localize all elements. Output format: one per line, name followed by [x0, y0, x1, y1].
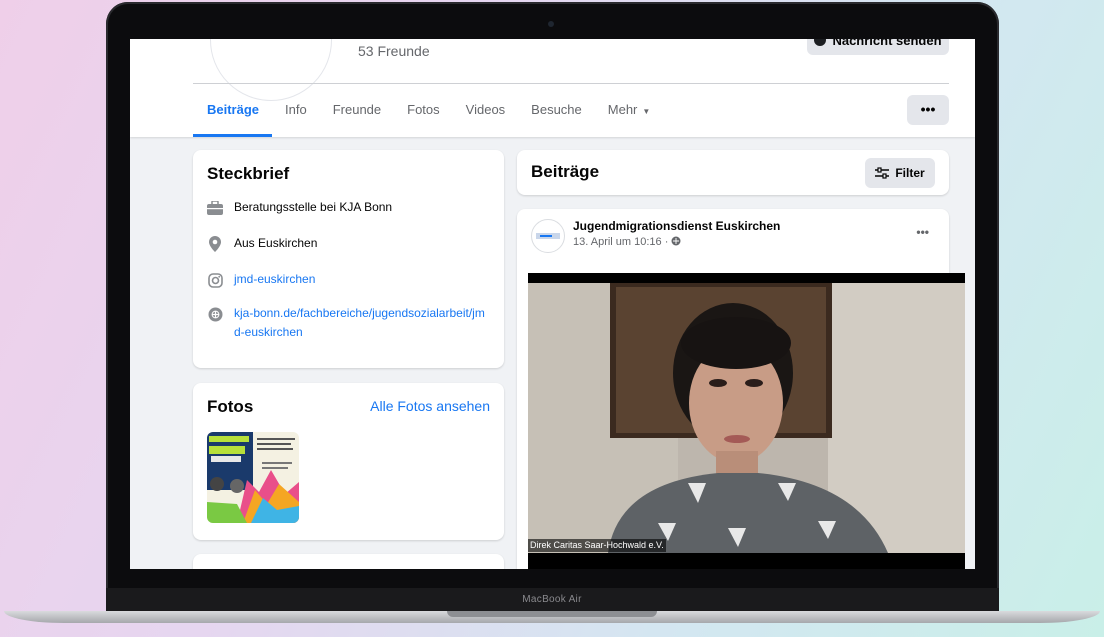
- post-author-avatar[interactable]: [531, 219, 565, 253]
- profile-header: 53 Freunde Nachricht senden Beiträge Inf…: [130, 39, 975, 137]
- laptop-notch: [447, 611, 657, 617]
- filter-button[interactable]: Filter: [865, 158, 935, 188]
- intro-item-hometown: Aus Euskirchen: [207, 234, 317, 253]
- intro-item-website[interactable]: kja-bonn.de/fachbereiche/jugendsozialarb…: [207, 304, 489, 342]
- tab-label: Mehr: [607, 102, 638, 117]
- see-all-photos-link[interactable]: Alle Fotos ansehen: [370, 398, 490, 414]
- briefcase-icon: [207, 200, 223, 216]
- friends-card: [193, 554, 504, 569]
- tab-freunde[interactable]: Freunde: [320, 85, 394, 137]
- tab-label: Videos: [465, 102, 506, 117]
- intro-item-workplace: Beratungsstelle bei KJA Bonn: [207, 198, 392, 217]
- tab-videos[interactable]: Videos: [453, 85, 519, 137]
- send-message-label: Nachricht senden: [832, 39, 942, 48]
- tab-besuche[interactable]: Besuche: [518, 85, 595, 137]
- participant-name-label: Direk Caritas Saar-Hochwald e.V.: [528, 539, 666, 552]
- intro-item-text: Beratungsstelle bei KJA Bonn: [234, 200, 393, 214]
- tab-beitraege[interactable]: Beiträge: [193, 85, 273, 137]
- profile-tabs: Beiträge Info Freunde Fotos Videos Besuc…: [193, 85, 663, 137]
- laptop-model-label: MacBook Air: [522, 594, 582, 605]
- globe-icon: [671, 236, 681, 246]
- website-link[interactable]: kja-bonn.de/fachbereiche/jugendsozialarb…: [234, 304, 489, 342]
- intro-item-instagram[interactable]: jmd-euskirchen: [207, 270, 315, 289]
- video-call-overlay: Direk Caritas Saar-Hochwald e.V.: [528, 273, 965, 569]
- posts-title: Beiträge: [531, 162, 600, 181]
- globe-icon: [207, 306, 223, 322]
- tabs-overflow-button[interactable]: •••: [907, 95, 949, 125]
- caret-down-icon: ▼: [642, 107, 651, 116]
- video-frame: [528, 283, 965, 569]
- post-timestamp[interactable]: 13. April um 10:16 ·: [573, 236, 681, 248]
- photos-title: Fotos: [207, 397, 254, 416]
- location-pin-icon: [207, 236, 223, 252]
- photo-thumbnail[interactable]: [207, 432, 299, 523]
- messenger-icon: [814, 39, 827, 46]
- intro-item-text: Aus Euskirchen: [234, 236, 318, 250]
- tab-label: Besuche: [531, 102, 582, 117]
- tab-label: Beiträge: [207, 102, 260, 117]
- post-date-text: 13. April um 10:16 ·: [573, 236, 669, 248]
- posts-header-card: Beiträge Filter: [517, 150, 949, 195]
- instagram-icon: [207, 272, 223, 288]
- friends-count[interactable]: 53 Freunde: [358, 43, 430, 59]
- tab-info[interactable]: Info: [272, 85, 320, 137]
- filter-sliders-icon: [875, 167, 890, 179]
- camera-icon: [548, 21, 554, 27]
- tab-fotos[interactable]: Fotos: [394, 85, 453, 137]
- header-divider: [193, 83, 949, 84]
- tab-mehr[interactable]: Mehr ▼: [595, 85, 664, 137]
- intro-card: Steckbrief Beratungsstelle bei KJA Bonn …: [193, 150, 504, 368]
- intro-title: Steckbrief: [207, 164, 290, 183]
- instagram-link[interactable]: jmd-euskirchen: [234, 270, 315, 289]
- filter-label: Filter: [895, 166, 925, 180]
- tab-label: Info: [285, 102, 307, 117]
- send-message-button[interactable]: Nachricht senden: [807, 39, 949, 55]
- tab-label: Freunde: [332, 102, 382, 117]
- photos-card: Fotos Alle Fotos ansehen: [193, 383, 504, 540]
- post-options-button[interactable]: •••: [916, 225, 929, 239]
- tab-label: Fotos: [407, 102, 440, 117]
- post-author-name[interactable]: Jugendmigrationsdienst Euskirchen: [573, 219, 780, 233]
